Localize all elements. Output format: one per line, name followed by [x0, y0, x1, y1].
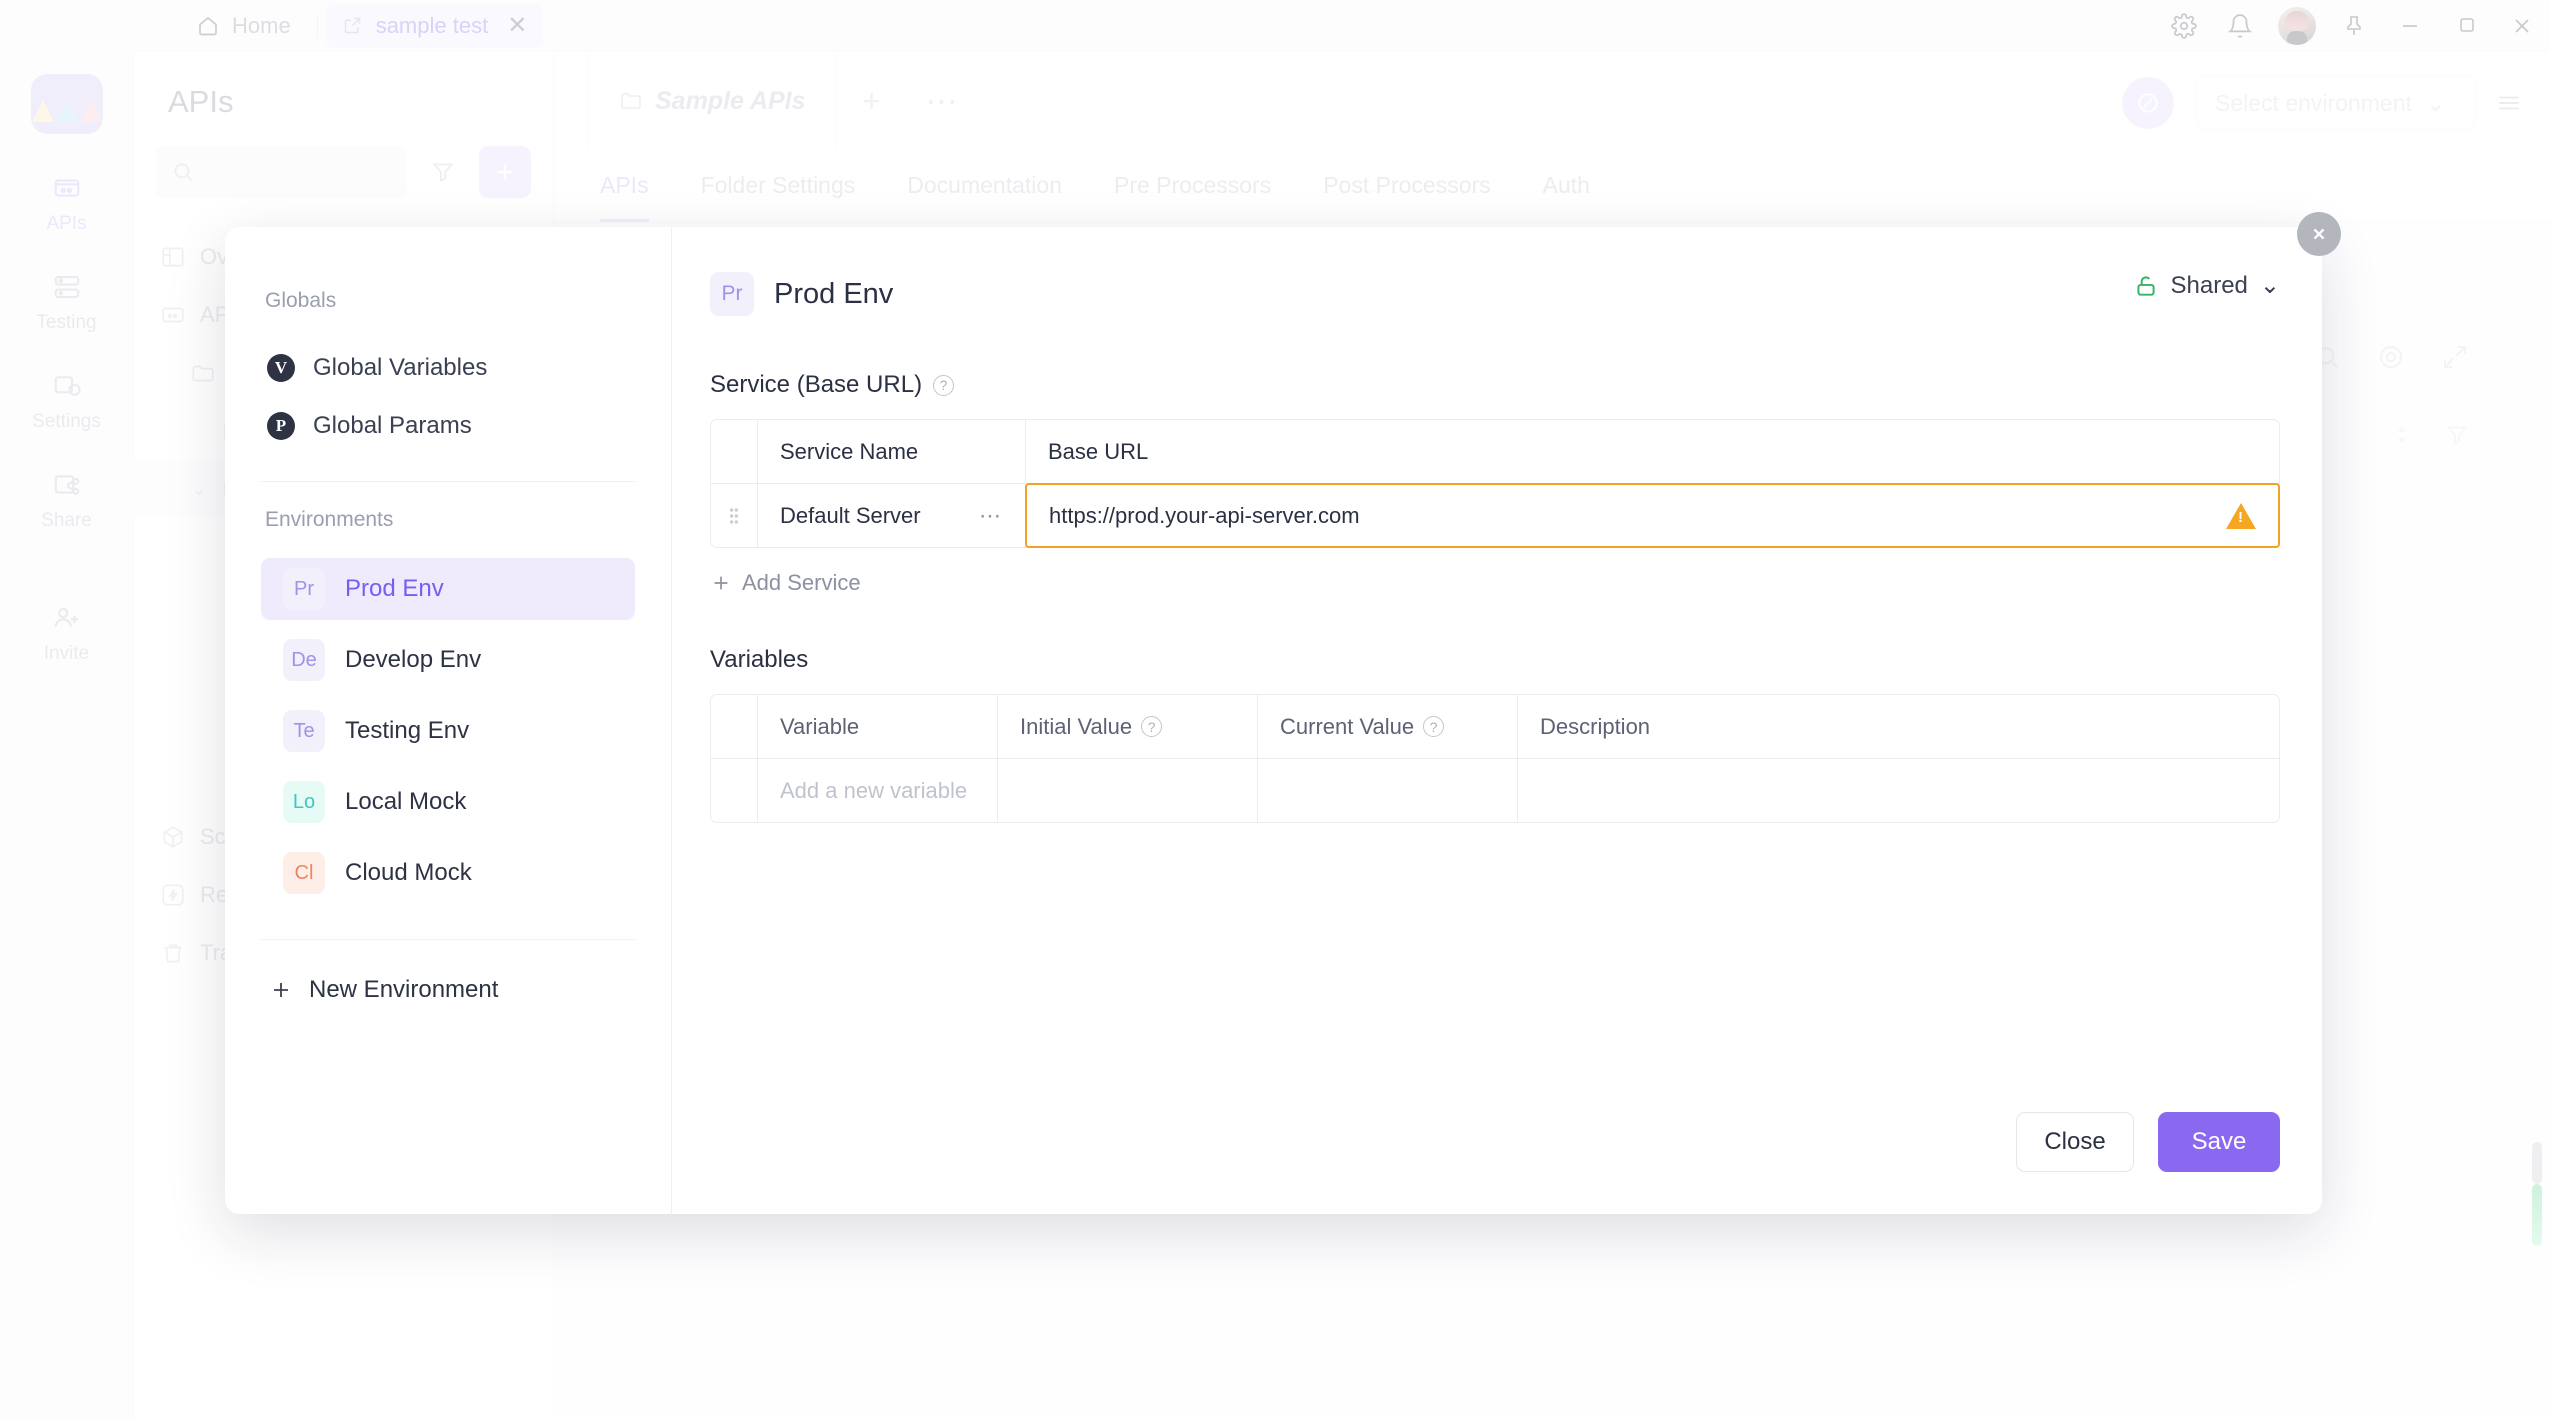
- base-url-column-header: Base URL: [1048, 438, 1149, 464]
- variables-table: Variable Initial Value ? Current Value ?…: [710, 694, 2280, 823]
- handle-column-header: [711, 420, 758, 483]
- service-table: Service Name Base URL Default Server ⋯ h…: [710, 419, 2280, 548]
- sidebar-item-develop-env-label: Develop Env: [345, 646, 482, 673]
- sidebar-item-global-params-label: Global Params: [313, 412, 472, 439]
- modal-close-button[interactable]: [2297, 212, 2341, 256]
- plus-icon: [274, 983, 288, 997]
- modal-footer: Close Save: [2016, 1112, 2280, 1172]
- sidebar-item-develop-env[interactable]: De Develop Env: [261, 629, 635, 691]
- help-icon[interactable]: ?: [933, 374, 955, 396]
- chevron-down-icon: ⌄: [2259, 272, 2280, 299]
- row-more-button[interactable]: ⋯: [979, 503, 1003, 529]
- variables-section-label: Variables: [710, 646, 2280, 674]
- sidebar-item-global-params[interactable]: P Global Params: [261, 397, 635, 455]
- variables-badge-icon: V: [267, 354, 295, 382]
- env-badge: Pr: [283, 568, 325, 610]
- table-row: Default Server ⋯ https://prod.your-api-s…: [711, 483, 2280, 548]
- new-environment-label: New Environment: [309, 976, 499, 1003]
- env-badge: Te: [283, 710, 325, 752]
- save-button[interactable]: Save: [2158, 1112, 2280, 1172]
- environments-section-label: Environments: [265, 508, 394, 531]
- env-badge: Cl: [283, 852, 325, 894]
- warning-icon: [2226, 502, 2256, 529]
- visibility-label: Shared: [2170, 271, 2248, 299]
- close-icon: [2313, 228, 2325, 240]
- service-name-column-header: Service Name: [758, 420, 1026, 483]
- current-value-column-header: Current Value ?: [1258, 695, 1518, 758]
- table-row: Add a new variable: [711, 758, 2279, 822]
- service-section-title: Service (Base URL): [710, 371, 923, 398]
- sidebar-item-local-mock-label: Local Mock: [345, 788, 467, 815]
- visibility-selector[interactable]: Shared ⌄: [2133, 271, 2280, 300]
- add-service-button[interactable]: Add Service: [710, 570, 2280, 596]
- table-header-row: Variable Initial Value ? Current Value ?…: [711, 695, 2279, 758]
- sidebar-item-global-variables[interactable]: V Global Variables: [261, 339, 635, 397]
- service-name-value: Default Server: [780, 502, 921, 528]
- base-url-value: https://prod.your-api-server.com: [1049, 502, 1360, 528]
- close-button[interactable]: Close: [2016, 1112, 2134, 1172]
- description-input[interactable]: [1518, 759, 2279, 822]
- base-url-input[interactable]: https://prod.your-api-server.com: [1025, 483, 2280, 548]
- current-value-label: Current Value: [1280, 713, 1415, 739]
- modal-sidebar: Globals V Global Variables P Global Para…: [225, 227, 672, 1214]
- sidebar-item-global-variables-label: Global Variables: [313, 354, 488, 381]
- table-header-row: Service Name Base URL: [711, 420, 2279, 483]
- service-name-cell[interactable]: Default Server ⋯: [758, 484, 1026, 547]
- env-badge: Lo: [283, 781, 325, 823]
- sidebar-item-prod-env-label: Prod Env: [345, 575, 444, 602]
- initial-value-label: Initial Value: [1020, 713, 1133, 739]
- env-badge: De: [283, 639, 325, 681]
- app-window: Home sample test ✕: [0, 0, 2550, 1418]
- variables-section-title: Variables: [710, 646, 809, 673]
- help-icon[interactable]: ?: [1423, 716, 1445, 737]
- sidebar-item-cloud-mock-label: Cloud Mock: [345, 859, 472, 886]
- sidebar-divider: [261, 481, 635, 482]
- sidebar-item-testing-env-label: Testing Env: [345, 717, 470, 744]
- add-service-label: Add Service: [742, 570, 861, 595]
- plus-icon: [714, 576, 728, 590]
- current-value-input[interactable]: [1258, 759, 1518, 822]
- params-badge-icon: P: [267, 412, 295, 440]
- modal-title: Prod Env: [774, 277, 894, 310]
- handle-cell: [711, 759, 758, 822]
- unlock-icon: [2133, 273, 2159, 299]
- modal-header: Pr Prod Env: [710, 267, 2280, 321]
- sidebar-item-local-mock[interactable]: Lo Local Mock: [261, 771, 635, 833]
- sidebar-item-cloud-mock[interactable]: Cl Cloud Mock: [261, 842, 635, 904]
- sidebar-item-testing-env[interactable]: Te Testing Env: [261, 700, 635, 762]
- modal-body: Pr Prod Env Shared ⌄ Service (Base URL) …: [672, 227, 2322, 1214]
- description-column-header: Description: [1540, 713, 1651, 739]
- sidebar-item-prod-env[interactable]: Pr Prod Env: [261, 558, 635, 620]
- environment-manager-modal: Globals V Global Variables P Global Para…: [225, 227, 2322, 1214]
- new-variable-input[interactable]: Add a new variable: [758, 759, 998, 822]
- initial-value-input[interactable]: [998, 759, 1258, 822]
- sidebar-divider-2: [261, 939, 635, 940]
- initial-value-column-header: Initial Value ?: [998, 695, 1258, 758]
- help-icon[interactable]: ?: [1141, 716, 1163, 737]
- env-badge: Pr: [710, 272, 754, 316]
- drag-handle-icon[interactable]: [711, 484, 758, 547]
- variable-column-header: Variable: [758, 695, 998, 758]
- new-environment-button[interactable]: New Environment: [261, 960, 635, 1020]
- handle-column-header: [711, 695, 758, 758]
- service-section-label: Service (Base URL) ?: [710, 371, 2280, 399]
- globals-section-label: Globals: [265, 289, 337, 312]
